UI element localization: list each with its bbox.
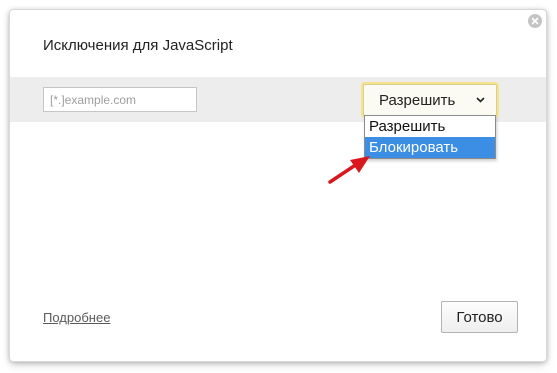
action-dropdown-menu: Разрешить Блокировать: [364, 115, 496, 159]
close-button[interactable]: [528, 14, 542, 28]
learn-more-link[interactable]: Подробнее: [43, 310, 110, 325]
option-allow[interactable]: Разрешить: [365, 116, 495, 137]
done-button[interactable]: Готово: [441, 301, 518, 333]
close-icon: [531, 17, 539, 25]
action-select-value: Разрешить: [379, 92, 456, 109]
action-select[interactable]: Разрешить: [363, 84, 497, 116]
site-pattern-input[interactable]: [43, 87, 197, 112]
red-arrow-icon: [328, 156, 370, 184]
chevron-down-icon: [476, 97, 485, 103]
option-block[interactable]: Блокировать: [365, 137, 495, 158]
dialog-title: Исключения для JavaScript: [43, 37, 233, 54]
